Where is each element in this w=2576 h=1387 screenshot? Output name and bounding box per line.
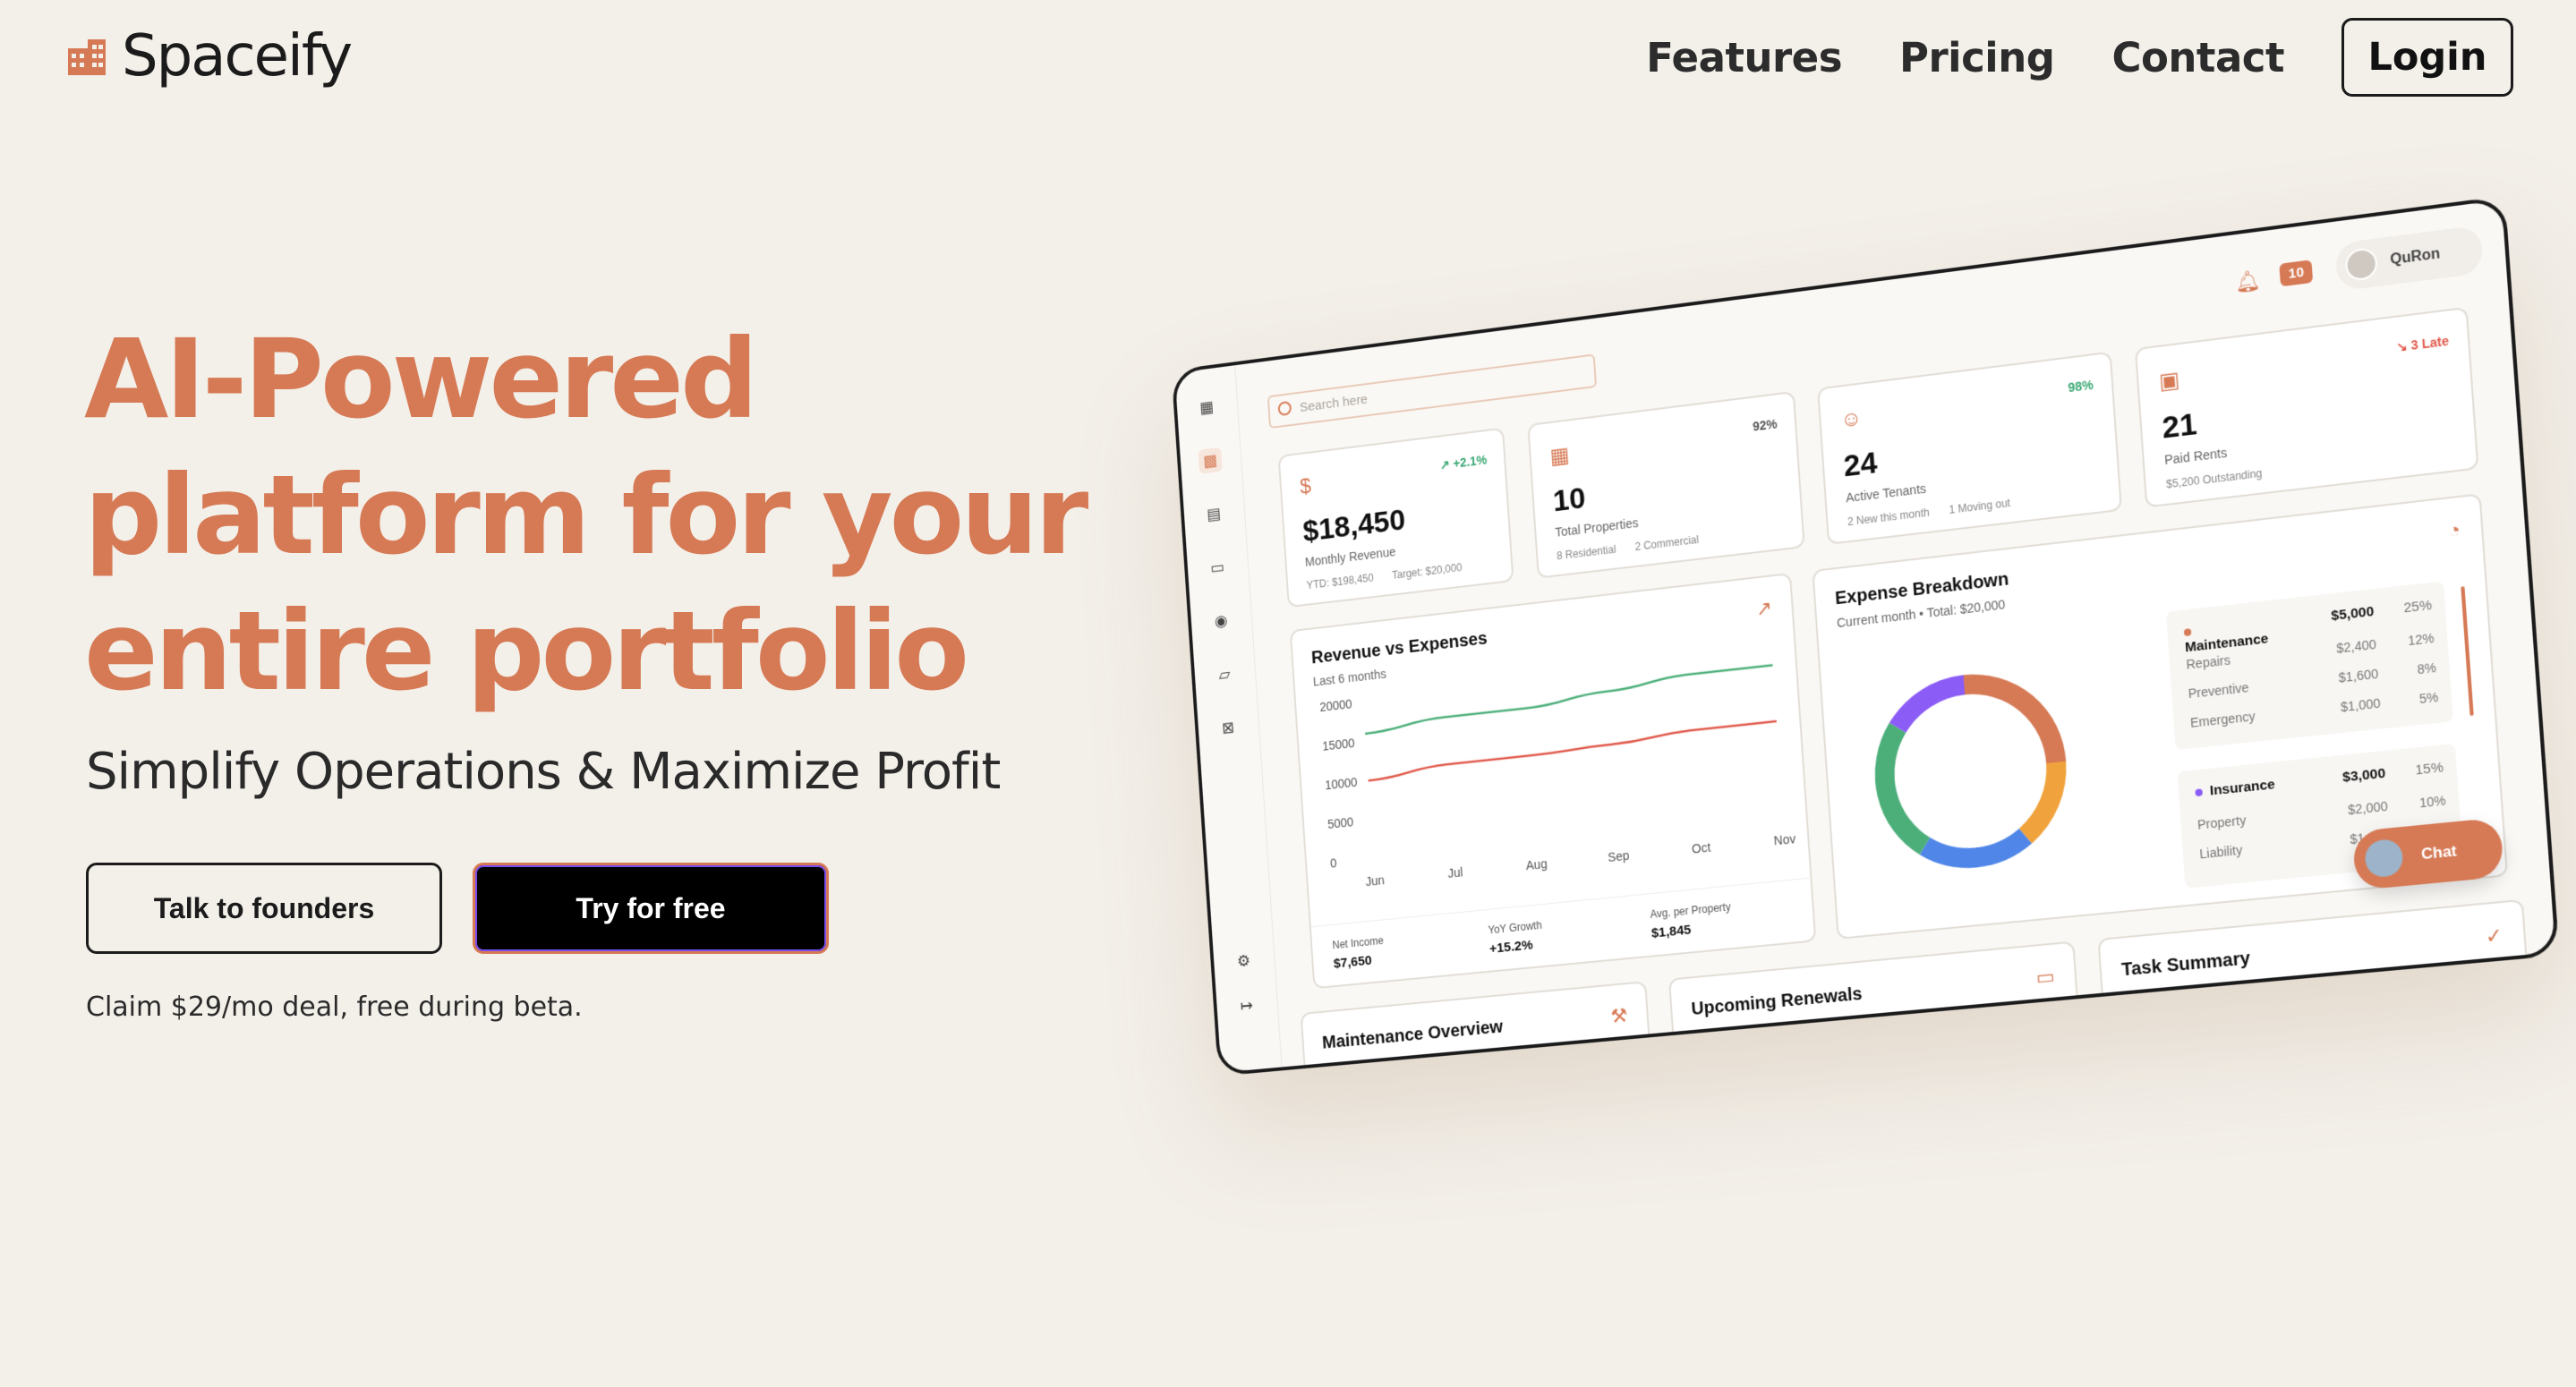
building-icon [68,39,106,75]
wrench-icon: ⚒ [1609,1003,1629,1028]
main-nav: Features Pricing Contact Login [1646,18,2513,97]
task-summary-card[interactable]: Task Summary ✓ [2097,898,2531,1048]
stat-label: Paid Rents [2163,445,2228,468]
hero-title-line-3: entire portfolio [84,588,969,715]
scrollbar[interactable] [2461,586,2474,717]
x-tick-label: Jul [1447,865,1463,881]
x-tick-label: Sep [1608,849,1630,865]
donut-slice-1 [1964,676,2056,771]
y-tick-label: 0 [1330,856,1338,871]
search-placeholder: Search here [1299,391,1369,416]
stat-card-tenants[interactable]: ☺ 98% 24 Active Tenants 2 New this month… [1817,351,2123,545]
notification-count-badge[interactable]: 10 [2279,260,2314,287]
y-tick-label: 15000 [1322,736,1355,753]
stat-card-rents[interactable]: ▣ ↘ 3 Late 21 Paid Rents $5,200 Outstand… [2134,306,2479,508]
gear-icon[interactable]: ⚙ [1232,948,1257,974]
y-tick-label: 10000 [1325,776,1358,793]
grid-icon[interactable]: ▩ [1198,447,1223,474]
stat-value: 10 [1551,481,1587,519]
receipt-icon: ▣ [2158,367,2181,395]
calendar-icon[interactable]: ▭ [1205,554,1229,581]
user-name: QuRon [2389,245,2441,268]
insurance-dot [2195,788,2204,797]
nav-features[interactable]: Features [1646,34,1842,81]
brand-logo[interactable]: Spaceify [64,23,353,89]
stat-value: $18,450 [1301,503,1407,549]
footer-yoy-growth: YoY Growth +15.2% [1488,918,1543,957]
donut-slice-2 [2020,762,2060,836]
chat-icon[interactable]: ▱ [1212,661,1236,688]
series-line-2 [1367,721,1778,780]
avatar [2344,246,2379,283]
users-icon: ☺ [1839,405,1864,433]
footer-net-income: Net Income $7,650 [1332,934,1385,972]
building-icon: ▦ [1548,443,1571,470]
nav-contact[interactable]: Contact [2111,34,2284,81]
y-tick-label: 20000 [1319,697,1352,714]
search-icon [1277,400,1292,417]
robot-icon [2364,838,2404,879]
login-button[interactable]: Login [2341,18,2513,97]
donut-slice-5 [1895,685,1966,728]
hero-subtitle: Simplify Operations & Maximize Profit [86,743,1001,801]
x-tick-label: Nov [1773,832,1796,848]
maintenance-dot [2183,628,2192,637]
maintenance-overview-card[interactable]: Maintenance Overview ⚒ [1300,981,1654,1076]
stat-value: 21 [2161,406,2198,446]
stat-delta: 98% [2067,377,2094,396]
building-icon[interactable]: ▦ [1194,394,1218,421]
user-menu[interactable]: QuRon [2334,225,2485,292]
trend-up-icon: ↗ [1755,596,1773,621]
hero-title-line-2: platform for your [84,452,1088,579]
stat-card-properties[interactable]: ▦ 92% 10 Total Properties 8 Residential 2… [1527,390,1805,579]
x-tick-label: Jun [1365,873,1385,889]
stat-value: 24 [1842,445,1879,484]
upcoming-renewals-card[interactable]: Upcoming Renewals ▭ [1668,940,2082,1076]
expense-donut-chart [1847,642,2094,899]
hero-title: AI-Powered platform for your entire port… [84,311,1088,719]
dollar-icon: $ [1299,473,1312,499]
card-title: Upcoming Renewals [1690,983,1864,1020]
dashboard-search-input[interactable]: Search here [1267,353,1598,430]
user-circle-icon[interactable]: ◉ [1208,608,1233,634]
calendar-icon: ▭ [2034,964,2056,990]
dashboard-sidebar: ▦ ▩ ▤ ▭ ◉ ▱ ⊠ ⚙ ↦ [1174,365,1283,1073]
dashboard-mockup: ▦ ▩ ▤ ▭ ◉ ▱ ⊠ ⚙ ↦ Search here 🔔︎ 10 QuRo… [1171,195,2560,1076]
x-tick-label: Aug [1525,857,1548,872]
expense-group-maintenance[interactable]: Maintenance $5,000 25% Repairs $2,400 12% P… [2165,581,2453,751]
revenue-chart-card[interactable]: Revenue vs Expenses Last 6 months ↗ 0 500… [1289,572,1817,990]
pie-chart-icon: ◔ [2447,517,2461,543]
brand-name: Spaceify [122,23,353,89]
stat-sub: $5,200 Outstanding [2165,466,2263,491]
stat-card-revenue[interactable]: $ ↗ +2.1% $18,450 Monthly Revenue YTD: $… [1277,427,1514,608]
hero-title-line-1: AI-Powered [84,316,758,443]
expense-group-header: Insurance $3,000 15% [2195,760,2444,800]
stat-delta: ↘ 3 Late [2395,333,2450,355]
stat-label: Total Properties [1554,515,1639,540]
property-icon[interactable]: ▤ [1201,500,1225,527]
check-circle-icon: ✓ [2484,923,2504,949]
x-tick-label: Oct [1692,840,1711,855]
chat-label: Chat [2420,841,2458,864]
deal-note: Claim $29/mo deal, free during beta. [86,991,583,1023]
footer-avg-per-property: Avg. per Property $1,845 [1650,900,1732,941]
talk-to-founders-button[interactable]: Talk to founders [86,863,442,954]
donut-slice-3 [1924,836,2026,863]
chart-title: Revenue vs Expenses [1310,628,1488,668]
stat-label: Active Tenants [1845,481,1927,506]
stat-delta: 92% [1752,416,1778,434]
card-title: Task Summary [2120,948,2251,981]
logout-icon[interactable]: ↦ [1234,992,1259,1018]
bell-icon[interactable]: 🔔︎ [2234,268,2262,295]
series-line-1 [1363,665,1774,734]
y-tick-label: 5000 [1327,815,1354,831]
stat-label: Monthly Revenue [1304,544,1396,569]
stat-delta: ↗ +2.1% [1439,452,1488,472]
nav-pricing[interactable]: Pricing [1899,34,2055,81]
card-title: Maintenance Overview [1321,1017,1504,1053]
try-for-free-button[interactable]: Try for free [473,863,829,954]
donut-slice-4 [1881,726,1924,849]
spreadsheet-icon[interactable]: ⊠ [1215,714,1240,741]
